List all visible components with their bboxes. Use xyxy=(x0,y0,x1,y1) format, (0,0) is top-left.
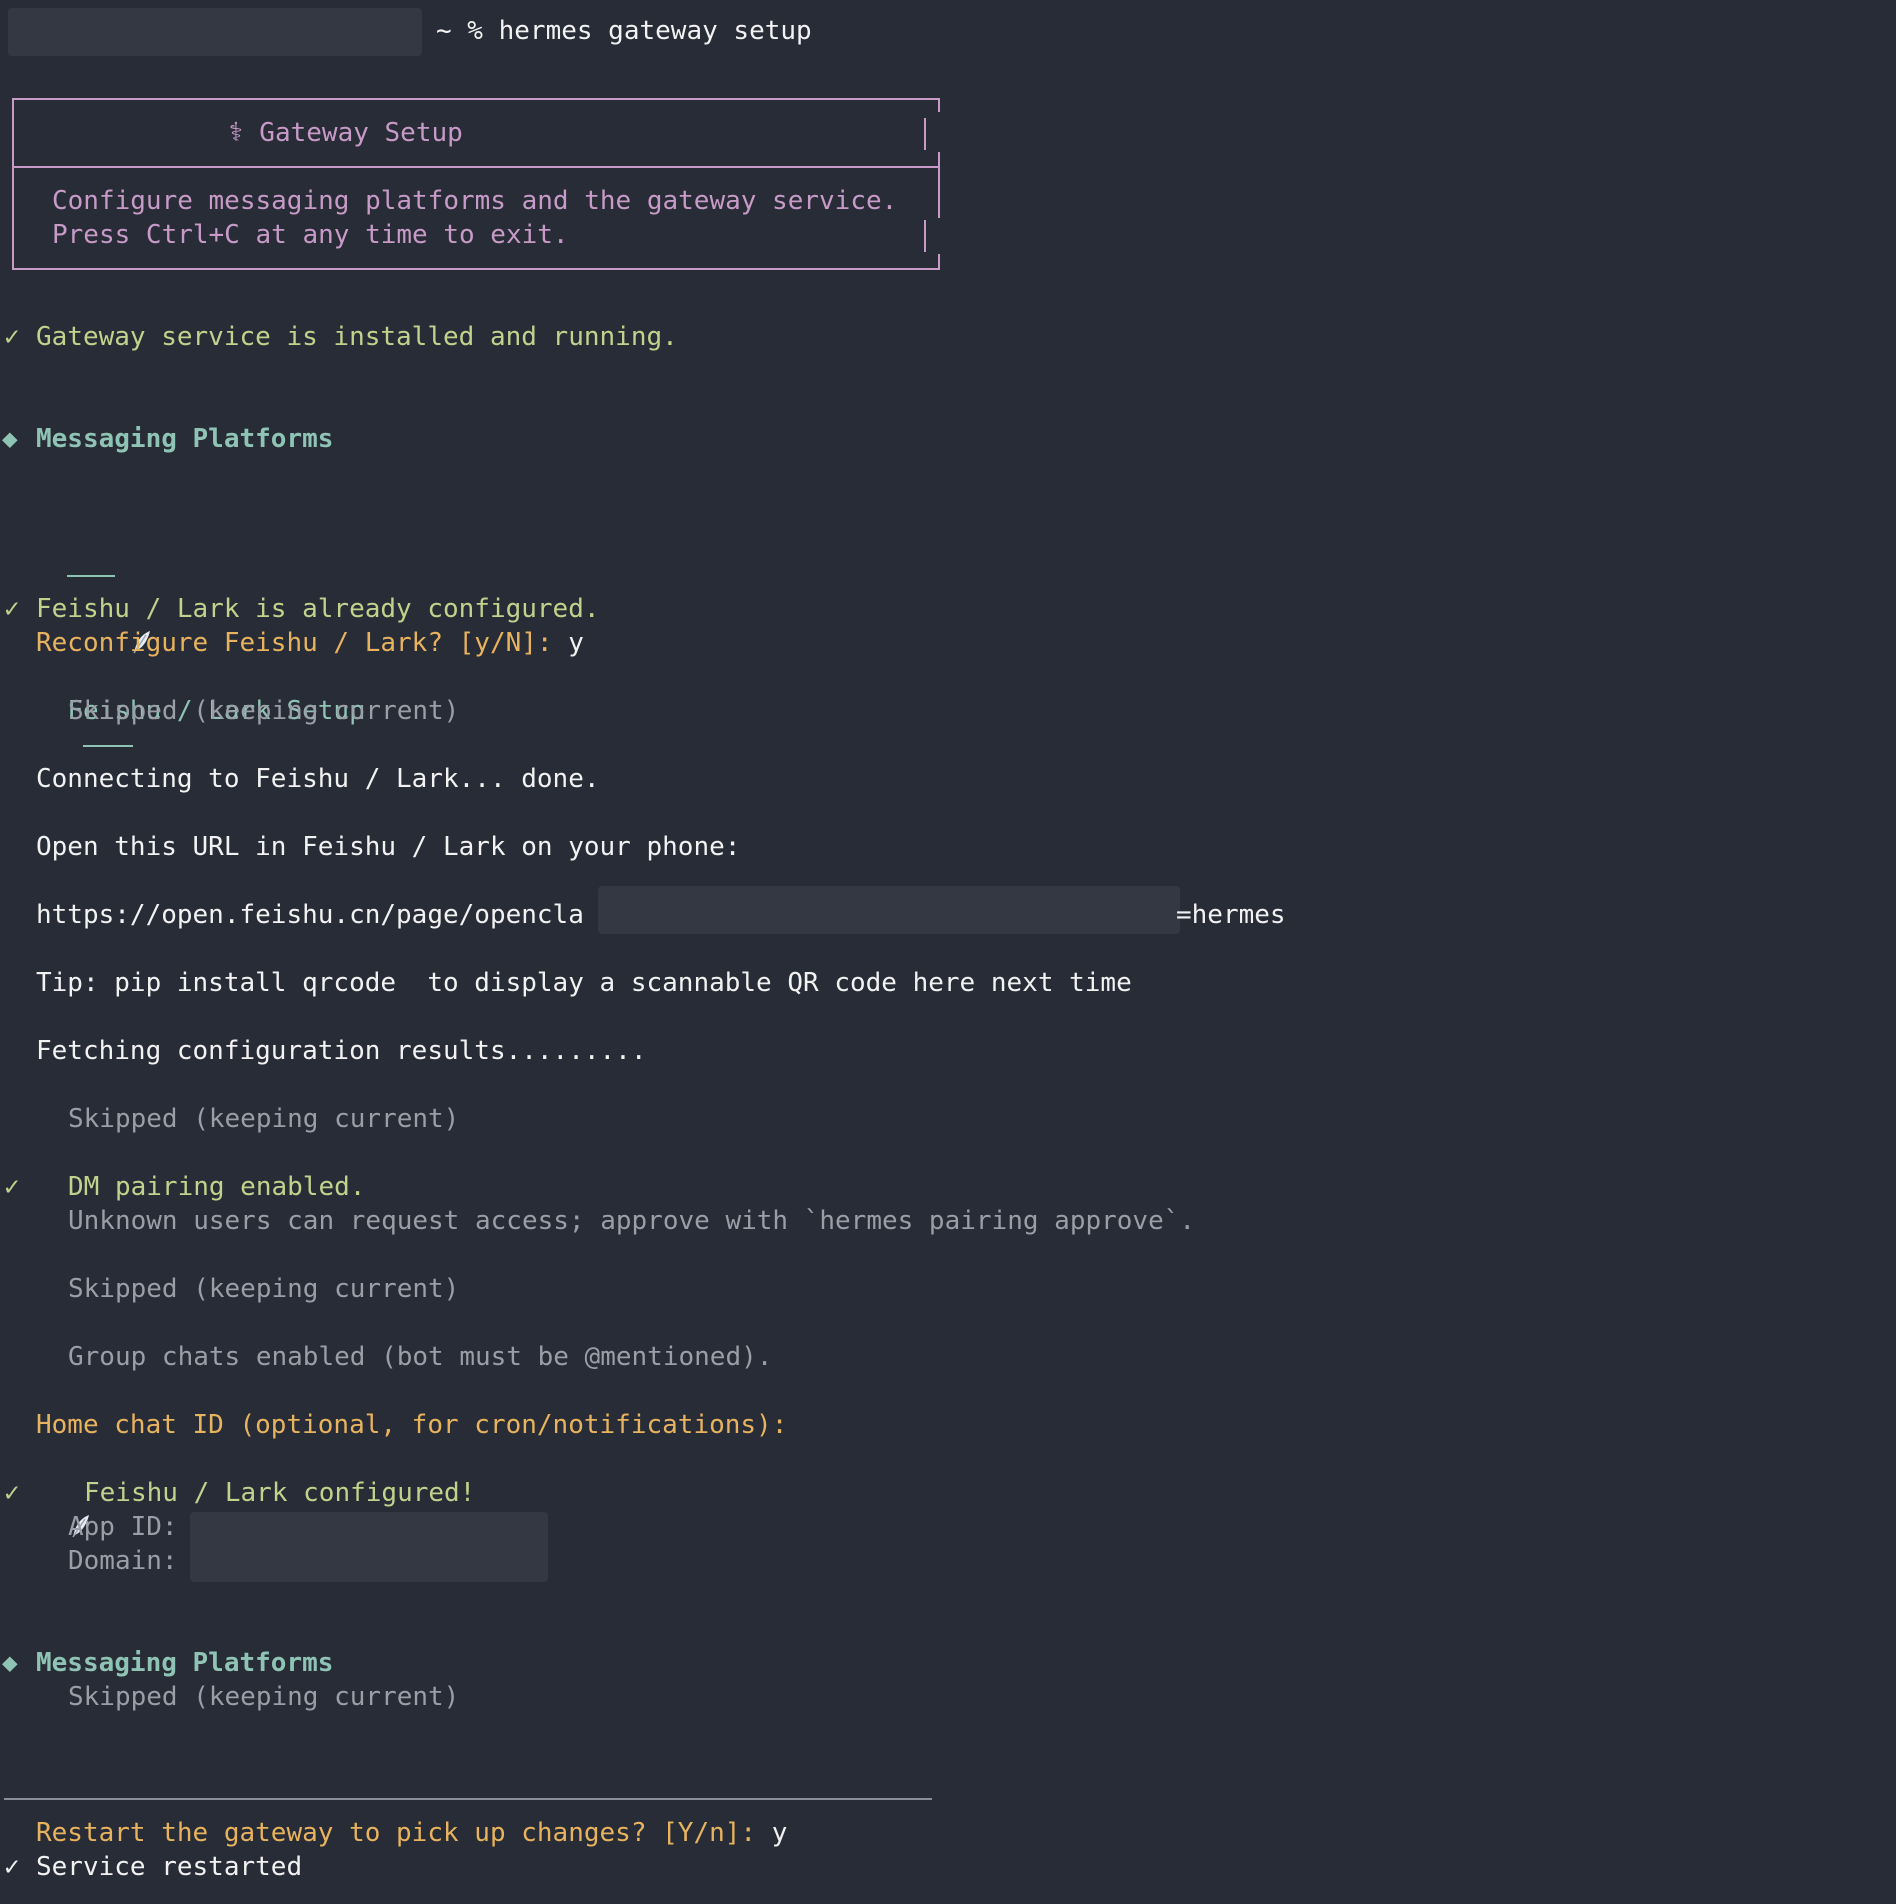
check-icon: ✓ xyxy=(4,594,20,624)
reconfigure-answer: y xyxy=(568,628,584,658)
check-icon: ✓ xyxy=(4,1172,20,1202)
restart-answer: y xyxy=(771,1818,788,1848)
restart-question: Restart the gateway to pick up changes? … xyxy=(36,1818,772,1848)
home-chat-prompt: Home chat ID (optional, for cron/notific… xyxy=(36,1410,788,1440)
gateway-running-status: Gateway service is installed and running… xyxy=(36,322,678,352)
domain-label: Domain: xyxy=(68,1546,178,1576)
diamond-icon: ◆ xyxy=(2,424,18,454)
dm-pairing-detail: Unknown users can request access; approv… xyxy=(68,1206,1196,1236)
diamond-icon: ◆ xyxy=(2,1648,18,1678)
separator xyxy=(4,1798,932,1800)
skipped-message: Skipped (keeping current) xyxy=(68,1682,460,1712)
open-url-label: Open this URL in Feishu / Lark on your p… xyxy=(36,832,741,862)
banner-title: ⚕ Gateway Setup xyxy=(228,118,463,148)
url-prefix: https://open.feishu.cn/page/opencla xyxy=(36,900,584,930)
check-icon: ✓ xyxy=(4,1478,20,1508)
url-suffix: =hermes xyxy=(1176,900,1286,930)
section-title-messaging-platforms: Messaging Platforms xyxy=(36,1648,334,1678)
skipped-message: Skipped (keeping current) xyxy=(68,1104,460,1134)
prompt-command: ~ % hermes gateway setup xyxy=(436,16,812,46)
redacted-app-details xyxy=(190,1512,548,1582)
app-id-label: App ID: xyxy=(68,1512,178,1542)
banner-line-1: Configure messaging platforms and the ga… xyxy=(52,186,898,216)
reconfigure-prompt: Reconfigure Feishu / Lark? [y/N]: y xyxy=(36,626,584,660)
service-restarted-status: Service restarted xyxy=(36,1852,303,1882)
check-icon: ✓ xyxy=(4,1852,20,1882)
connecting-status: Connecting to Feishu / Lark... done. xyxy=(36,764,600,794)
skipped-message: Skipped (keeping current) xyxy=(68,1274,460,1304)
configured-feather xyxy=(38,1476,90,1538)
check-icon: ✓ xyxy=(4,322,20,352)
fetching-status: Fetching configuration results......... xyxy=(36,1036,647,1066)
group-chats-status: Group chats enabled (bot must be @mentio… xyxy=(68,1342,773,1372)
already-configured-text: Feishu / Lark is already configured. xyxy=(36,594,600,624)
restart-prompt: Restart the gateway to pick up changes? … xyxy=(36,1816,787,1850)
skipped-message: Skipped (keeping current) xyxy=(68,696,460,726)
tip-text: Tip: pip install qrcode to display a sca… xyxy=(36,968,1132,998)
configured-status: Feishu / Lark configured! xyxy=(84,1478,476,1508)
dm-pairing-status: DM pairing enabled. xyxy=(68,1172,366,1202)
section-title-messaging-platforms: Messaging Platforms xyxy=(36,424,334,454)
reconfigure-question: Reconfigure Feishu / Lark? [y/N]: xyxy=(36,628,569,658)
redacted-url-segment xyxy=(598,886,1180,934)
redacted-host xyxy=(8,8,422,56)
feishu-setup-header: Feishu / Lark Setup xyxy=(36,524,365,747)
banner-line-2: Press Ctrl+C at any time to exit. xyxy=(52,220,569,250)
